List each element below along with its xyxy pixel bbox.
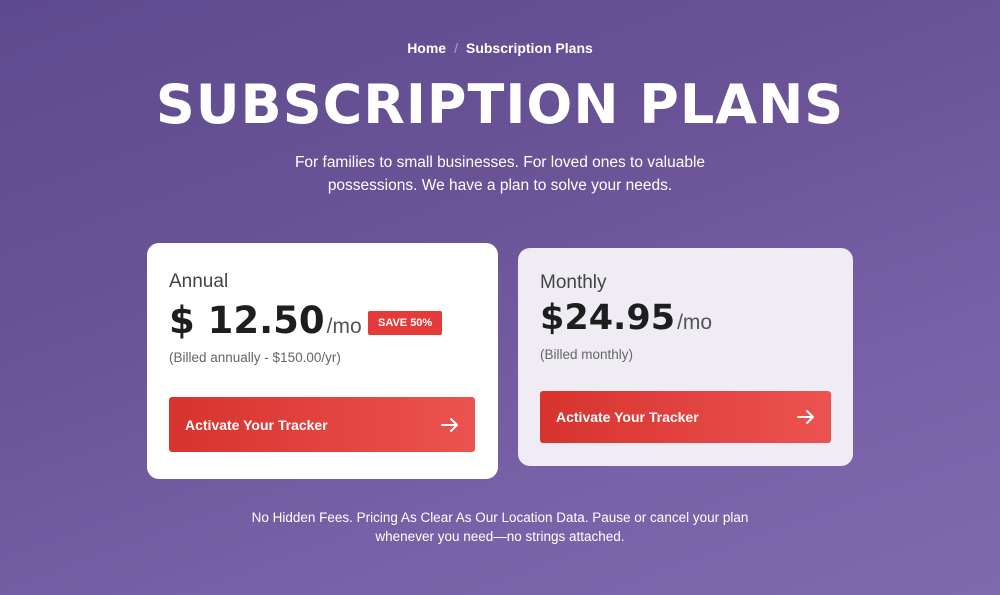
breadcrumb-home-link[interactable]: Home (407, 40, 446, 56)
pricing-footnote: No Hidden Fees. Pricing As Clear As Our … (251, 510, 749, 544)
arrow-right-icon (797, 409, 815, 425)
button-label: Activate Your Tracker (185, 416, 328, 433)
page-title: SUBSCRIPTION PLANS (155, 73, 845, 136)
activate-tracker-button-monthly[interactable]: Activate Your Tracker (540, 391, 831, 443)
plan-card-monthly: Monthly $24.95 /mo (Billed monthly) Acti… (518, 248, 853, 466)
button-label: Activate Your Tracker (556, 409, 699, 425)
breadcrumb: Home / Subscription Plans (0, 40, 1000, 56)
plan-name: Monthly (540, 272, 607, 293)
billing-note: (Billed monthly) (540, 347, 634, 362)
plan-price: $ 12.50 (169, 299, 325, 342)
plan-name: Annual (169, 271, 229, 292)
plan-card-annual: Annual $ 12.50 /mo SAVE 50% (Billed annu… (147, 243, 498, 479)
plan-price: $24.95 (540, 298, 676, 338)
breadcrumb-separator: / (454, 40, 458, 56)
page-subtitle: For families to small businesses. For lo… (294, 154, 706, 194)
plan-price-period: /mo (677, 311, 713, 334)
activate-tracker-button-annual[interactable]: Activate Your Tracker (169, 397, 475, 452)
plan-price-period: /mo (326, 315, 362, 338)
billing-note: (Billed annually - $150.00/yr) (169, 350, 341, 365)
breadcrumb-current: Subscription Plans (465, 40, 593, 56)
price-row: $24.95 /mo (540, 298, 712, 338)
save-badge: SAVE 50% (368, 311, 443, 335)
arrow-right-icon (441, 417, 459, 433)
price-row: $ 12.50 /mo (169, 299, 362, 342)
